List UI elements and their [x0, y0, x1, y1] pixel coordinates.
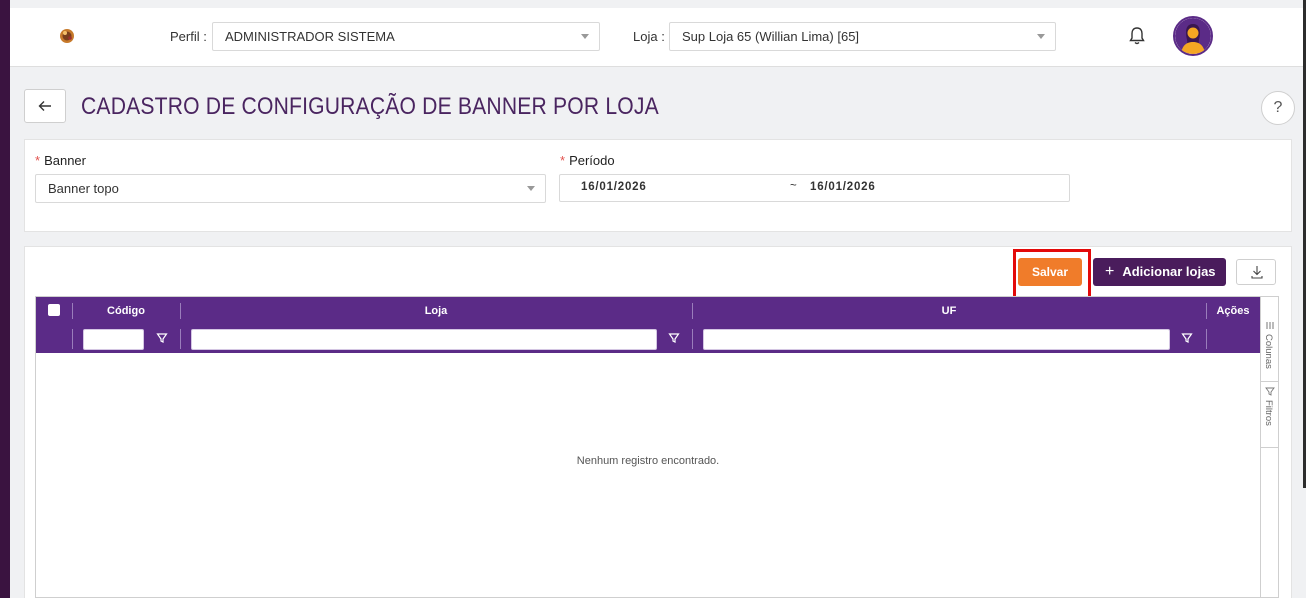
periodo-start[interactable]: 16/01/2026	[581, 181, 647, 193]
help-button[interactable]: ?	[1261, 91, 1295, 125]
data-grid: Código Loja UF Ações Nenhum registro enc…	[35, 296, 1261, 598]
adicionar-lojas-label: Adicionar lojas	[1122, 264, 1216, 279]
logo-icon[interactable]	[58, 27, 76, 45]
adicionar-lojas-button[interactable]: + Adicionar lojas	[1093, 258, 1226, 286]
grid-side-panel: Colunas Filtros	[1260, 296, 1279, 598]
periodo-range-picker[interactable]: 16/01/2026 ~ 16/01/2026	[559, 174, 1070, 202]
chevron-down-icon	[1037, 34, 1045, 39]
chevron-down-icon	[527, 186, 535, 191]
empty-message: Nenhum registro encontrado.	[576, 455, 720, 467]
grid-filter-row	[36, 325, 1260, 353]
page-title: CADASTRO DE CONFIGURAÇÃO DE BANNER POR L…	[81, 93, 659, 120]
download-icon	[1251, 266, 1263, 279]
codigo-filter-input[interactable]	[83, 329, 144, 350]
uf-filter-input[interactable]	[703, 329, 1170, 350]
filter-icon[interactable]	[1181, 331, 1193, 345]
column-uf[interactable]: UF	[692, 297, 1206, 325]
banner-label: * Banner	[35, 153, 86, 168]
filtros-tab[interactable]: Filtros	[1261, 385, 1278, 448]
periodo-separator: ~	[790, 180, 798, 192]
user-avatar-icon	[1175, 18, 1211, 54]
filtros-label: Filtros	[1263, 400, 1274, 426]
export-button[interactable]	[1236, 259, 1276, 285]
periodo-label: * Período	[560, 153, 615, 168]
perfil-value: ADMINISTRADOR SISTEMA	[225, 29, 395, 44]
banner-value: Banner topo	[48, 181, 119, 196]
colunas-label: Colunas	[1263, 334, 1274, 369]
chevron-down-icon	[581, 34, 589, 39]
top-header: Perfil : ADMINISTRADOR SISTEMA Loja : Su…	[10, 8, 1303, 67]
columns-icon	[1266, 322, 1274, 329]
filter-icon	[1265, 387, 1275, 396]
colunas-tab[interactable]: Colunas	[1261, 319, 1278, 382]
periodo-end[interactable]: 16/01/2026	[810, 181, 876, 193]
avatar[interactable]	[1173, 16, 1213, 56]
filter-icon[interactable]	[156, 331, 168, 345]
banner-select[interactable]: Banner topo	[35, 174, 546, 203]
grid-header-row: Código Loja UF Ações	[36, 297, 1260, 325]
loja-value: Sup Loja 65 (Willian Lima) [65]	[682, 29, 860, 44]
plus-icon: +	[1105, 263, 1115, 280]
loja-select[interactable]: Sup Loja 65 (Willian Lima) [65]	[669, 22, 1056, 51]
select-all-checkbox[interactable]	[48, 304, 60, 316]
column-codigo[interactable]: Código	[72, 297, 180, 325]
back-button[interactable]	[24, 89, 66, 123]
perfil-select[interactable]: ADMINISTRADOR SISTEMA	[212, 22, 600, 51]
arrow-left-icon	[38, 100, 51, 111]
app-left-edge	[0, 0, 10, 598]
filter-icon[interactable]	[668, 331, 680, 345]
perfil-label: Perfil :	[170, 29, 207, 44]
column-loja[interactable]: Loja	[180, 297, 692, 325]
loja-filter-input[interactable]	[191, 329, 657, 350]
bell-icon[interactable]	[1128, 26, 1146, 46]
highlight-box	[1013, 249, 1091, 303]
loja-label: Loja :	[633, 29, 665, 44]
column-acoes[interactable]: Ações	[1206, 297, 1260, 325]
